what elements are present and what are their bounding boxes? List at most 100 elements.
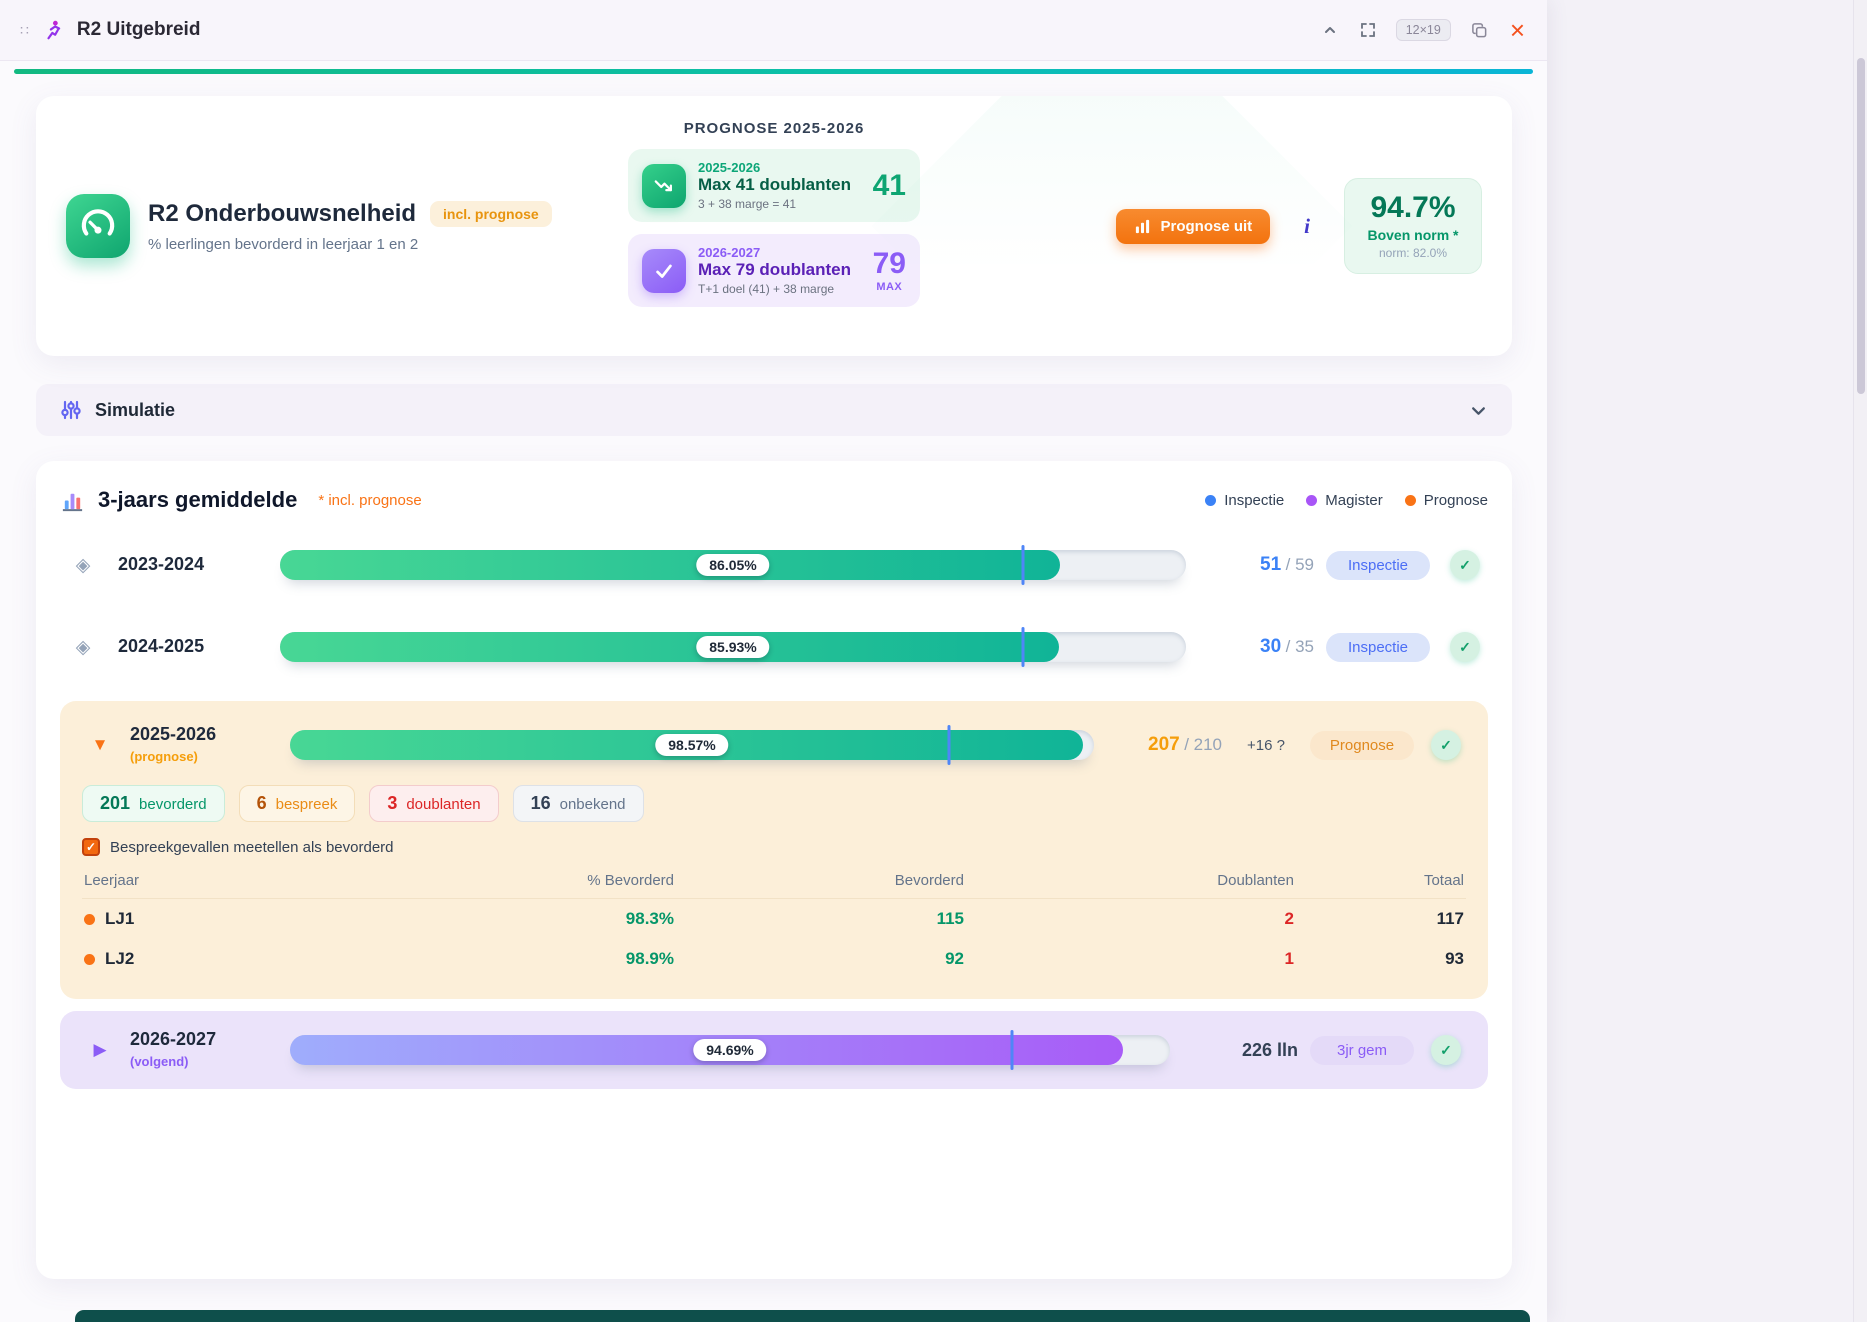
kpi-identity: R2 Onderbouwsnelheid incl. prognose % le… bbox=[66, 194, 552, 258]
bar-chart-icon bbox=[1134, 218, 1151, 235]
checkbox-label: Bespreekgevallen meetellen als bevorderd bbox=[110, 839, 394, 856]
table-row-lj1: LJ1 98.3% 115 2 117 bbox=[82, 899, 1466, 939]
source-badge: Inspectie bbox=[1326, 633, 1430, 662]
pct-bevorderd-cell: 98.9% bbox=[324, 949, 674, 969]
col-header: % Bevorderd bbox=[324, 872, 674, 889]
progress-bar: 98.57% bbox=[290, 730, 1094, 760]
doublanten-cell: 2 bbox=[964, 909, 1294, 929]
year-row-2026-2027: ▶ 2026-2027 (volgend) 94.69% 226 lln 3jr… bbox=[60, 1011, 1488, 1089]
prognose-heading: PROGNOSE 2025-2026 bbox=[628, 120, 920, 137]
diamond-icon: ◈ bbox=[60, 554, 106, 577]
drag-handle-icon[interactable]: ∷ bbox=[20, 22, 31, 39]
prognose-card-subtitle: T+1 doel (41) + 38 marge bbox=[698, 282, 861, 296]
legend-item-magister: Magister bbox=[1306, 492, 1383, 509]
col-header: Doublanten bbox=[964, 872, 1294, 889]
widget-content: R2 Onderbouwsnelheid incl. prognose % le… bbox=[0, 74, 1547, 1279]
simulatie-label: Simulatie bbox=[95, 400, 175, 421]
expand-icon[interactable] bbox=[1358, 20, 1378, 40]
progress-label: 86.05% bbox=[696, 554, 769, 576]
count-total: / 35 bbox=[1286, 637, 1314, 656]
prognose-card-value: 41 bbox=[873, 171, 906, 201]
orange-dot-icon bbox=[84, 914, 95, 925]
widget-window: ∷ R2 Uitgebreid 12×19 × bbox=[0, 0, 1547, 1322]
legend-item-prognose: Prognose bbox=[1405, 492, 1488, 509]
bevorderd-cell: 92 bbox=[674, 949, 964, 969]
legend-label: Magister bbox=[1325, 492, 1383, 509]
close-button[interactable]: × bbox=[1508, 18, 1527, 42]
norm-marker bbox=[1010, 1030, 1013, 1070]
diamond-icon: ◈ bbox=[60, 636, 106, 659]
stat-label: bevorderd bbox=[139, 796, 207, 813]
legend-dot-magister bbox=[1306, 495, 1317, 506]
stat-label: onbekend bbox=[560, 796, 626, 813]
check-icon: ✓ bbox=[1450, 550, 1480, 580]
collapse-triangle-icon[interactable]: ▼ bbox=[82, 735, 118, 755]
count-value: 226 lln bbox=[1242, 1040, 1298, 1060]
kpi-header-card: R2 Onderbouwsnelheid incl. prognose % le… bbox=[36, 96, 1512, 356]
sliders-icon bbox=[60, 399, 82, 421]
window-title: R2 Uitgebreid bbox=[77, 19, 201, 41]
chevron-down-icon[interactable] bbox=[1469, 401, 1488, 420]
year-label: 2023-2024 bbox=[118, 554, 204, 574]
check-icon: ✓ bbox=[1431, 730, 1461, 760]
norm-stat-card: 94.7% Boven norm * norm: 82.0% bbox=[1344, 178, 1482, 275]
prognose-card-value-label: MAX bbox=[873, 282, 906, 293]
duplicate-icon[interactable] bbox=[1469, 20, 1490, 41]
incl-prognose-note: * incl. prognose bbox=[318, 492, 421, 509]
prognose-uit-label: Prognose uit bbox=[1160, 218, 1252, 235]
year-suffix: (prognose) bbox=[130, 749, 198, 764]
progress-bar: 85.93% bbox=[280, 632, 1186, 662]
checkbox-checked-icon[interactable]: ✓ bbox=[82, 838, 100, 856]
info-icon[interactable]: i bbox=[1304, 214, 1310, 239]
kpi-text: R2 Onderbouwsnelheid incl. prognose % le… bbox=[148, 200, 552, 253]
leerjaar-label: LJ1 bbox=[105, 909, 134, 929]
progress-fill bbox=[280, 632, 1059, 662]
leerjaar-table: Leerjaar % Bevorderd Bevorderd Doublante… bbox=[82, 872, 1466, 979]
prognose-card-2025: 2025-2026 Max 41 doublanten 3 + 38 marge… bbox=[628, 149, 920, 222]
scrollbar bbox=[1853, 0, 1867, 1322]
year-suffix: (volgend) bbox=[130, 1054, 189, 1069]
titlebar: ∷ R2 Uitgebreid 12×19 × bbox=[0, 0, 1547, 61]
scrollbar-thumb[interactable] bbox=[1857, 58, 1865, 394]
incl-prognose-badge: incl. prognose bbox=[430, 201, 552, 227]
three-year-average-card: 3-jaars gemiddelde * incl. prognose Insp… bbox=[36, 461, 1512, 1279]
prognose-card-text: 2025-2026 Max 41 doublanten 3 + 38 marge… bbox=[698, 160, 861, 211]
titlebar-controls: 12×19 × bbox=[1320, 18, 1527, 42]
stat-bespreek: 6 bespreek bbox=[239, 785, 356, 822]
count-total: / 59 bbox=[1286, 555, 1314, 574]
prognose-uit-button[interactable]: Prognose uit bbox=[1116, 209, 1270, 244]
expand-play-icon[interactable]: ▶ bbox=[82, 1040, 118, 1060]
stat-label: Boven norm * bbox=[1365, 227, 1461, 243]
prognose-card-title: Max 79 doublanten bbox=[698, 260, 861, 280]
leerjaar-cell: LJ1 bbox=[84, 909, 324, 929]
year-label: 2026-2027 bbox=[130, 1029, 216, 1049]
mini-bar-chart-icon bbox=[60, 488, 85, 513]
totaal-cell: 93 bbox=[1294, 949, 1464, 969]
next-widget-edge bbox=[75, 1310, 1530, 1322]
prognose-card-year: 2025-2026 bbox=[698, 160, 861, 175]
stat-norm: norm: 82.0% bbox=[1365, 246, 1461, 260]
simulatie-panel[interactable]: Simulatie bbox=[36, 384, 1512, 436]
leerjaar-cell: LJ2 bbox=[84, 949, 324, 969]
bespreek-checkbox-row[interactable]: ✓ Bespreekgevallen meetellen als bevorde… bbox=[82, 838, 1466, 856]
stat-onbekend: 16 onbekend bbox=[513, 785, 644, 822]
pct-bevorderd-cell: 98.3% bbox=[324, 909, 674, 929]
count-cell: 30 / 35 bbox=[1198, 636, 1314, 658]
norm-marker bbox=[948, 725, 951, 765]
prognose-card-year: 2026-2027 bbox=[698, 245, 861, 260]
legend-label: Prognose bbox=[1424, 492, 1488, 509]
collapse-button[interactable] bbox=[1320, 20, 1340, 40]
norm-marker bbox=[1021, 627, 1024, 667]
kpi-subtitle: % leerlingen bevorderd in leerjaar 1 en … bbox=[148, 236, 552, 253]
stat-value: 3 bbox=[387, 793, 397, 814]
count-value: 207 bbox=[1148, 734, 1180, 755]
section-title: 3-jaars gemiddelde bbox=[98, 487, 297, 513]
source-badge: Inspectie bbox=[1326, 551, 1430, 580]
size-badge: 12×19 bbox=[1396, 19, 1451, 41]
year-label: 2025-2026 bbox=[130, 724, 216, 744]
bevorderd-cell: 115 bbox=[674, 909, 964, 929]
progress-label: 94.69% bbox=[693, 1039, 766, 1061]
col-header: Leerjaar bbox=[84, 872, 324, 889]
doublanten-cell: 1 bbox=[964, 949, 1294, 969]
year-row-2025-2026-expanded: ▼ 2025-2026 (prognose) 98.57% 207 / 210 bbox=[60, 701, 1488, 999]
